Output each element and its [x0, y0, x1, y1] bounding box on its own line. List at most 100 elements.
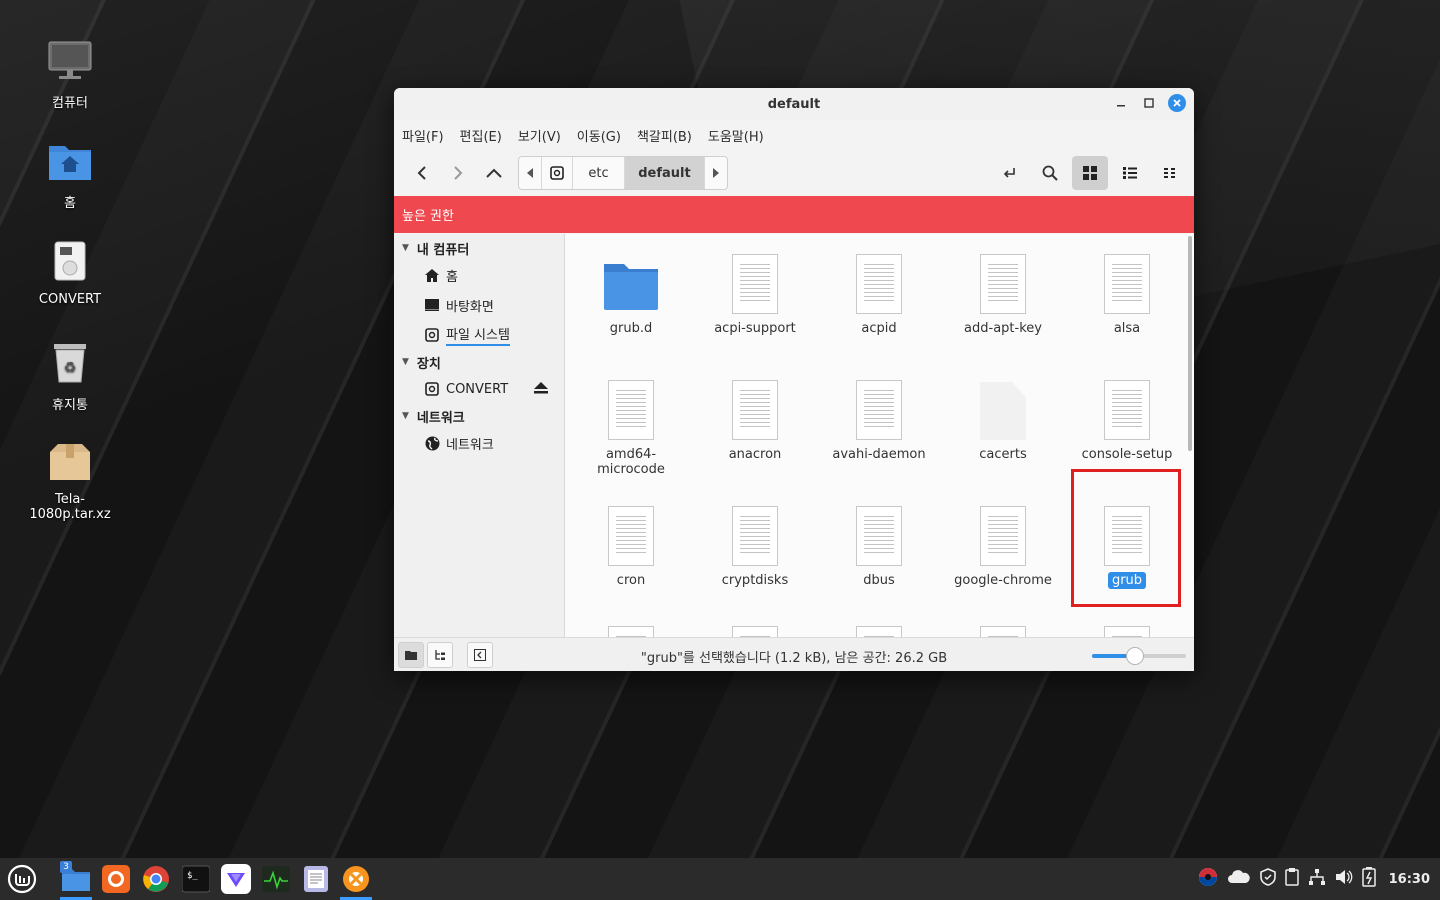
file-item[interactable]: amd64-microcode	[571, 366, 691, 486]
menu-view[interactable]: 보기(V)	[518, 126, 561, 145]
sidebar-section-my-computer[interactable]: ▼ 내 컴퓨터	[394, 236, 564, 260]
sidebar-item-convert[interactable]: CONVERT	[394, 374, 564, 404]
up-button[interactable]	[476, 156, 512, 190]
text-file-icon	[856, 626, 902, 637]
volume-icon[interactable]	[1335, 869, 1353, 889]
file-item[interactable]	[819, 618, 939, 637]
text-file-icon	[856, 254, 902, 314]
breadcrumb-prev[interactable]	[519, 157, 542, 189]
battery-icon[interactable]	[1361, 867, 1376, 891]
minimize-button[interactable]	[1112, 94, 1130, 112]
taskbar-protonvpn[interactable]	[216, 858, 256, 900]
file-item[interactable]: console-setup	[1067, 366, 1187, 486]
sidebar-item-label: CONVERT	[446, 381, 509, 397]
expand-triangle-icon: ▼	[402, 357, 409, 367]
taskbar-firefox[interactable]	[96, 858, 136, 900]
folder-small-icon	[405, 650, 417, 660]
input-method-icon[interactable]	[1198, 867, 1218, 891]
taskbar-files[interactable]: 3	[56, 858, 96, 900]
desktop-icon-convert[interactable]: CONVERT	[15, 240, 125, 307]
show-places-button[interactable]	[398, 641, 424, 668]
text-file-icon	[732, 254, 778, 314]
desktop-icon-computer[interactable]: 컴퓨터	[15, 40, 125, 111]
cloud-icon[interactable]	[1227, 870, 1251, 888]
sidebar-section-network[interactable]: ▼ 네트워크	[394, 404, 564, 428]
menu-file[interactable]: 파일(F)	[402, 126, 444, 145]
search-button[interactable]	[1032, 156, 1068, 190]
menu-button[interactable]	[0, 858, 44, 900]
file-item[interactable]	[695, 618, 815, 637]
desktop-icon-trash[interactable]: ♻ 휴지통	[15, 340, 125, 413]
file-item[interactable]: cacerts	[943, 366, 1063, 486]
file-item[interactable]	[571, 618, 691, 637]
sidebar-item-network[interactable]: 네트워크	[394, 428, 564, 458]
triangle-left-icon	[527, 168, 533, 178]
filesystem-icon	[424, 328, 440, 342]
file-item[interactable]: cron	[571, 492, 691, 612]
text-file-icon	[856, 506, 902, 566]
text-file-icon	[732, 506, 778, 566]
file-item[interactable]: alsa	[1067, 240, 1187, 360]
file-item[interactable]: grub.d	[571, 240, 691, 360]
taskbar-text-editor[interactable]	[296, 858, 336, 900]
file-item[interactable]: avahi-daemon	[819, 366, 939, 486]
home-icon	[424, 268, 440, 282]
text-file-icon	[608, 380, 654, 440]
file-item[interactable]: add-apt-key	[943, 240, 1063, 360]
breadcrumb-root[interactable]	[542, 157, 573, 189]
desktop-icon-home[interactable]: 홈	[15, 140, 125, 211]
file-item[interactable]	[943, 618, 1063, 637]
file-item[interactable]: anacron	[695, 366, 815, 486]
toggle-sidebar-button[interactable]	[467, 641, 493, 668]
zoom-slider-knob[interactable]	[1126, 647, 1145, 665]
file-item[interactable]: cryptdisks	[695, 492, 815, 612]
archive-icon	[15, 442, 125, 486]
zoom-slider[interactable]	[1092, 647, 1186, 665]
icon-view-button[interactable]	[1072, 156, 1108, 190]
file-name: google-chrome	[954, 573, 1052, 588]
sidebar-item-desktop[interactable]: 바탕화면	[394, 290, 564, 320]
menu-go[interactable]: 이동(G)	[577, 126, 621, 145]
menu-help[interactable]: 도움말(H)	[708, 126, 764, 145]
text-file-icon	[608, 506, 654, 566]
menu-edit[interactable]: 편집(E)	[460, 126, 502, 145]
sidebar-item-filesystem[interactable]: 파일 시스템	[394, 320, 564, 350]
desktop-icon-label: 홈	[64, 196, 76, 211]
file-item[interactable]: acpi-support	[695, 240, 815, 360]
file-name: anacron	[728, 447, 782, 462]
clock[interactable]: 16:30	[1389, 872, 1430, 887]
file-item[interactable]: dbus	[819, 492, 939, 612]
menu-bookmarks[interactable]: 책갈피(B)	[637, 126, 692, 145]
maximize-icon	[1144, 98, 1154, 108]
taskbar-xnview[interactable]	[336, 858, 376, 900]
text-file-icon	[980, 626, 1026, 637]
back-button[interactable]	[404, 156, 440, 190]
show-tree-button[interactable]	[427, 641, 453, 668]
breadcrumb-default[interactable]: default	[625, 157, 705, 189]
taskbar-terminal[interactable]: $_	[176, 858, 216, 900]
breadcrumb-next[interactable]	[705, 157, 727, 189]
eject-icon[interactable]	[534, 382, 548, 398]
clipboard-icon[interactable]	[1284, 868, 1299, 890]
forward-button[interactable]	[440, 156, 476, 190]
window-titlebar[interactable]: default	[394, 88, 1194, 120]
chevron-left-icon	[417, 166, 426, 180]
taskbar-chrome[interactable]	[136, 858, 176, 900]
file-item[interactable]	[1067, 618, 1187, 637]
sidebar-section-devices[interactable]: ▼ 장치	[394, 350, 564, 374]
network-status-icon[interactable]	[1308, 868, 1326, 890]
vertical-scrollbar[interactable]	[1188, 236, 1192, 451]
toggle-location-button[interactable]	[992, 156, 1028, 190]
breadcrumb-etc[interactable]: etc	[573, 157, 625, 189]
list-view-button[interactable]	[1112, 156, 1148, 190]
desktop-icon-archive[interactable]: Tela-1080p.tar.xz	[15, 442, 125, 522]
maximize-button[interactable]	[1140, 94, 1158, 112]
taskbar-system-monitor[interactable]	[256, 858, 296, 900]
file-item[interactable]: acpid	[819, 240, 939, 360]
close-button[interactable]	[1168, 94, 1186, 112]
sidebar-item-home[interactable]: 홈	[394, 260, 564, 290]
shield-icon[interactable]	[1259, 868, 1276, 890]
triangle-right-icon	[713, 168, 719, 178]
compact-view-button[interactable]	[1152, 156, 1188, 190]
file-item[interactable]: google-chrome	[943, 492, 1063, 612]
